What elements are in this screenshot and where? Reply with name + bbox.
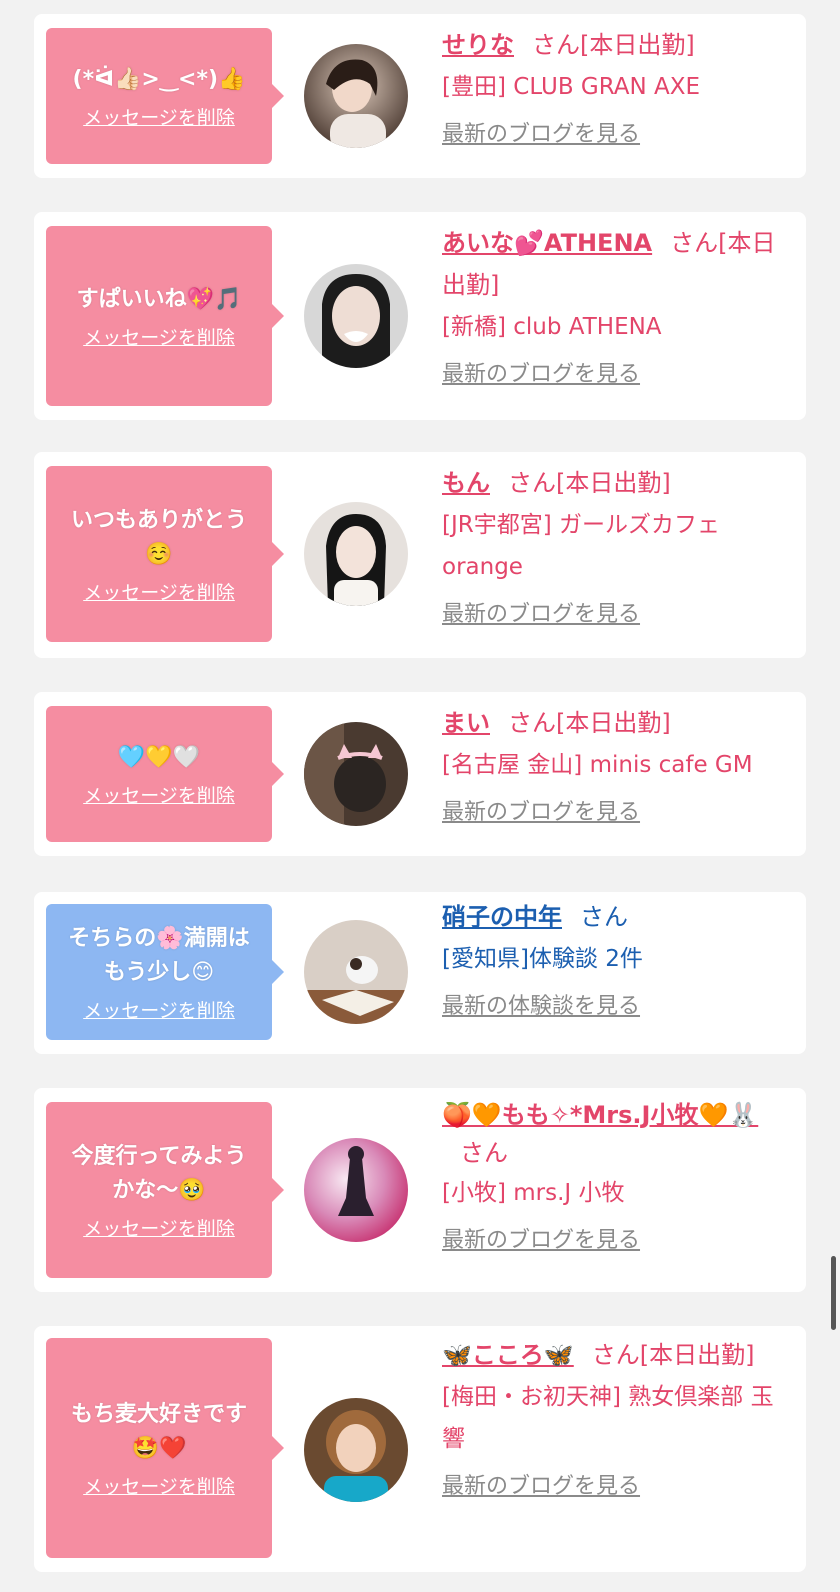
avatar-photo-icon <box>304 920 408 1024</box>
message-card: もち麦大好きです 🤩❤️ メッセージを削除 🦋こころ🦋 さん[本日出勤] [梅田・… <box>34 1326 806 1572</box>
message-text: 🩵💛🤍 <box>117 744 201 770</box>
message-bubble: すぱいいね💖🎵 メッセージを削除 <box>46 226 284 406</box>
avatar-photo-icon <box>304 722 408 826</box>
latest-blog-link[interactable]: 最新のブログを見る <box>442 792 640 834</box>
latest-blog-link[interactable]: 最新のブログを見る <box>442 1466 640 1508</box>
profile-name-link[interactable]: 🍑🧡もも✧*Mrs.J小牧🧡🐰 <box>442 1101 758 1129</box>
honorific-status: さん <box>580 903 628 931</box>
message-card: 今度行ってみよう かな〜🥹 メッセージを削除 🍑🧡もも✧*Mrs.J小牧🧡🐰 さん… <box>34 1088 806 1292</box>
profile-info: 🦋こころ🦋 さん[本日出勤] [梅田・お初天神] 熟女倶楽部 玉響 最新のブログを… <box>442 1334 794 1508</box>
message-bubble: もち麦大好きです 🤩❤️ メッセージを削除 <box>46 1338 284 1558</box>
shop-label: [JR宇都宮] ガールズカフェ orange <box>442 512 721 580</box>
message-bubble: 今度行ってみよう かな〜🥹 メッセージを削除 <box>46 1102 284 1278</box>
message-bubble: (*ᐛ👍🏻>‿<*)👍 メッセージを削除 <box>46 28 284 164</box>
delete-message-link[interactable]: メッセージを削除 <box>83 781 235 808</box>
profile-info: せりな さん[本日出勤] [豊田] CLUB GRAN AXE 最新のブログを見る <box>442 24 794 156</box>
avatar[interactable] <box>304 44 408 148</box>
shop-label: [豊田] CLUB GRAN AXE <box>442 74 701 100</box>
profile-info: 硝子の中年 さん [愛知県]体験談 2件 最新の体験談を見る <box>442 896 794 1028</box>
shop-label: [新橋] club ATHENA <box>442 314 662 340</box>
honorific-status: さん[本日出勤] <box>508 709 671 737</box>
shop-label: [梅田・お初天神] 熟女倶楽部 玉響 <box>442 1384 774 1452</box>
message-text: すぱいいね💖🎵 <box>76 286 242 312</box>
profile-name-link[interactable]: あいな💕ATHENA <box>442 229 652 257</box>
message-text: (*ᐛ👍🏻>‿<*)👍 <box>72 66 246 92</box>
message-card: 🩵💛🤍 メッセージを削除 まい さん[本日出勤] [名古屋 金山] minis c… <box>34 692 806 856</box>
profile-info: 🍑🧡もも✧*Mrs.J小牧🧡🐰 さん [小牧] mrs.J 小牧 最新のブログを見… <box>442 1096 794 1262</box>
avatar-photo-icon <box>304 44 408 148</box>
message-text: いつもありがとう ☺️ <box>70 507 247 567</box>
latest-blog-link[interactable]: 最新のブログを見る <box>442 114 640 156</box>
profile-name-link[interactable]: 🦋こころ🦋 <box>442 1341 574 1369</box>
shop-label: [小牧] mrs.J 小牧 <box>442 1180 625 1206</box>
avatar[interactable] <box>304 1398 408 1502</box>
shop-label: [名古屋 金山] minis cafe GM <box>442 752 753 778</box>
message-text: 今度行ってみよう かな〜🥹 <box>71 1143 247 1203</box>
avatar[interactable] <box>304 920 408 1024</box>
delete-message-link[interactable]: メッセージを削除 <box>83 578 235 605</box>
profile-info: あいな💕ATHENA さん[本日出勤] [新橋] club ATHENA 最新のブ… <box>442 222 794 396</box>
delete-message-link[interactable]: メッセージを削除 <box>83 1214 235 1241</box>
delete-message-link[interactable]: メッセージを削除 <box>83 1472 235 1499</box>
message-card: そちらの🌸満開は もう少し😊 メッセージを削除 硝子の中年 さん [愛知県]体験談… <box>34 892 806 1054</box>
delete-message-link[interactable]: メッセージを削除 <box>83 996 235 1023</box>
profile-info: まい さん[本日出勤] [名古屋 金山] minis cafe GM 最新のブログ… <box>442 702 794 834</box>
message-bubble: そちらの🌸満開は もう少し😊 メッセージを削除 <box>46 904 284 1040</box>
message-card: いつもありがとう ☺️ メッセージを削除 もん さん[本日出勤] [JR宇都宮] … <box>34 452 806 658</box>
honorific-status: さん[本日出勤] <box>591 1341 755 1369</box>
message-text: そちらの🌸満開は もう少し😊 <box>68 925 250 985</box>
avatar[interactable] <box>304 722 408 826</box>
message-card: (*ᐛ👍🏻>‿<*)👍 メッセージを削除 せりな さん[本日出勤] [豊田] CL… <box>34 14 806 178</box>
profile-name-link[interactable]: まい <box>442 709 490 737</box>
delete-message-link[interactable]: メッセージを削除 <box>83 103 235 130</box>
honorific-status: さん[本日出勤] <box>508 469 671 497</box>
profile-name-link[interactable]: もん <box>442 469 490 497</box>
avatar[interactable] <box>304 264 408 368</box>
delete-message-link[interactable]: メッセージを削除 <box>83 323 235 350</box>
message-bubble: いつもありがとう ☺️ メッセージを削除 <box>46 466 284 642</box>
latest-blog-link[interactable]: 最新のブログを見る <box>442 354 640 396</box>
shop-label: [愛知県]体験談 2件 <box>442 946 643 972</box>
honorific-status: さん <box>460 1139 508 1167</box>
scrollbar[interactable] <box>831 1256 836 1330</box>
profile-name-link[interactable]: 硝子の中年 <box>442 903 562 931</box>
message-bubble: 🩵💛🤍 メッセージを削除 <box>46 706 284 842</box>
avatar-photo-icon <box>304 502 408 606</box>
avatar-photo-icon <box>304 1398 408 1502</box>
avatar-photo-icon <box>304 1138 408 1242</box>
message-card: すぱいいね💖🎵 メッセージを削除 あいな💕ATHENA さん[本日出勤] [新橋]… <box>34 212 806 420</box>
honorific-status: さん[本日出勤] <box>532 31 695 59</box>
message-text: もち麦大好きです 🤩❤️ <box>70 1401 247 1461</box>
latest-blog-link[interactable]: 最新のブログを見る <box>442 1220 640 1262</box>
avatar-photo-icon <box>304 264 408 368</box>
latest-blog-link[interactable]: 最新のブログを見る <box>442 594 640 636</box>
avatar[interactable] <box>304 502 408 606</box>
profile-name-link[interactable]: せりな <box>442 31 514 59</box>
latest-blog-link[interactable]: 最新の体験談を見る <box>442 986 640 1028</box>
profile-info: もん さん[本日出勤] [JR宇都宮] ガールズカフェ orange 最新のブログ… <box>442 462 794 636</box>
avatar[interactable] <box>304 1138 408 1242</box>
